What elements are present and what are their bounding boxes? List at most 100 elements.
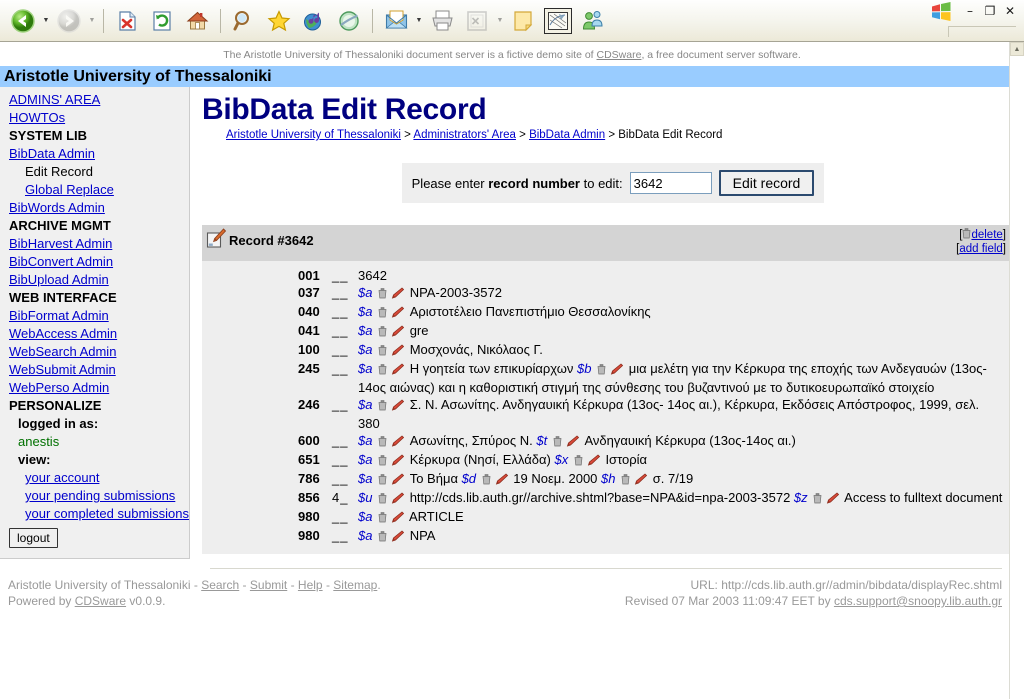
delete-subfield-icon[interactable]: [378, 362, 387, 379]
note-icon[interactable]: [506, 4, 540, 38]
sidebar-item-webperso-admin[interactable]: WebPerso Admin: [0, 379, 189, 397]
edit-subfield-icon[interactable]: [391, 510, 405, 527]
edit-dropdown[interactable]: ▼: [495, 4, 505, 38]
delete-subfield-icon[interactable]: [378, 491, 387, 508]
forward-button[interactable]: [52, 4, 86, 38]
messenger-people-icon[interactable]: [576, 4, 610, 38]
edit-subfield-icon[interactable]: [391, 453, 405, 470]
delete-subfield-icon[interactable]: [378, 529, 387, 546]
edit-subfield-icon[interactable]: [391, 305, 405, 322]
sidebar-item-admins-area[interactable]: ADMINS' AREA: [0, 91, 189, 109]
edit-record-button[interactable]: Edit record: [718, 170, 815, 196]
edit-page-icon[interactable]: [460, 4, 494, 38]
notice-cdsware-link[interactable]: CDSware: [597, 49, 642, 61]
edit-subfield-icon[interactable]: [391, 398, 405, 415]
sidebar-item-webaccess-admin[interactable]: WebAccess Admin: [0, 325, 189, 343]
toolbar-divider-2: [220, 8, 221, 33]
edit-subfield-icon[interactable]: [391, 434, 405, 451]
sidebar-item-bibharvest-admin[interactable]: BibHarvest Admin: [0, 235, 189, 253]
edit-subfield-icon[interactable]: [391, 529, 405, 546]
minimize-button[interactable]: –: [960, 3, 980, 19]
delete-subfield-icon[interactable]: [378, 453, 387, 470]
vertical-scrollbar[interactable]: ▲: [1009, 42, 1024, 699]
edit-subfield-icon[interactable]: [566, 434, 579, 451]
delete-subfield-icon[interactable]: [378, 434, 387, 451]
scroll-up-arrow-icon[interactable]: ▲: [1010, 42, 1024, 56]
footer-link-search[interactable]: Search: [201, 578, 239, 592]
mail-icon[interactable]: [379, 4, 413, 38]
footer-link-separator: -: [287, 578, 298, 592]
edit-subfield-icon[interactable]: [826, 491, 840, 508]
footer-cdsware-link[interactable]: CDSware: [75, 594, 126, 608]
delete-subfield-icon[interactable]: [378, 510, 387, 527]
footer-support-email-link[interactable]: cds.support@snoopy.lib.auth.gr: [834, 594, 1002, 608]
delete-subfield-icon[interactable]: [378, 472, 387, 489]
record-header: Record #3642 [delete] [add field]: [202, 225, 1012, 261]
breadcrumb-item-1[interactable]: Administrators' Area: [413, 129, 516, 141]
sidebar-item-websubmit-admin[interactable]: WebSubmit Admin: [0, 361, 189, 379]
add-field-link[interactable]: add field: [959, 243, 1002, 255]
footer-link-help[interactable]: Help: [298, 578, 323, 592]
marc-subfield-code: $t: [536, 433, 551, 448]
forward-dropdown[interactable]: ▼: [87, 4, 97, 38]
edit-subfield-icon[interactable]: [391, 324, 405, 341]
edit-subfield-icon[interactable]: [391, 362, 405, 379]
add-field-action-row: [add field]: [956, 242, 1006, 256]
sidebar-item-bibconvert-admin[interactable]: BibConvert Admin: [0, 253, 189, 271]
breadcrumb-item-0[interactable]: Aristotle University of Thessaloniki: [226, 129, 401, 141]
delete-subfield-icon[interactable]: [813, 491, 822, 508]
history-icon[interactable]: [332, 4, 366, 38]
sidebar-item-completed-submissions[interactable]: your completed submissions: [0, 505, 189, 523]
delete-subfield-icon[interactable]: [597, 362, 606, 379]
sidebar-item-websearch-admin[interactable]: WebSearch Admin: [0, 343, 189, 361]
sidebar-item-pending-submissions[interactable]: your pending submissions: [0, 487, 189, 505]
refresh-button[interactable]: [145, 4, 179, 38]
delete-subfield-icon[interactable]: [378, 343, 387, 360]
edit-subfield-icon[interactable]: [587, 453, 600, 470]
delete-subfield-icon[interactable]: [378, 324, 387, 341]
home-button[interactable]: [180, 4, 214, 38]
edit-subfield-icon[interactable]: [495, 472, 508, 489]
globe-note-icon[interactable]: [297, 4, 331, 38]
edit-subfield-icon[interactable]: [391, 343, 405, 360]
sidebar-item-bibdata-admin[interactable]: BibData Admin: [0, 145, 189, 163]
marc-field-tag: 856: [298, 490, 320, 505]
sidebar-item-bibformat-admin[interactable]: BibFormat Admin: [0, 307, 189, 325]
marc-field-indicators: __: [332, 268, 349, 283]
edit-subfield-icon[interactable]: [391, 286, 405, 303]
star-icon[interactable]: [262, 4, 296, 38]
printer-icon[interactable]: [425, 4, 459, 38]
delete-subfield-icon[interactable]: [574, 453, 583, 470]
sidebar-item-bibwords-admin[interactable]: BibWords Admin: [0, 199, 189, 217]
delete-subfield-icon[interactable]: [378, 305, 387, 322]
breadcrumb-item-2[interactable]: BibData Admin: [529, 129, 605, 141]
restore-button[interactable]: ❐: [980, 3, 1000, 19]
close-button[interactable]: ✕: [1000, 3, 1020, 19]
edit-subfield-icon[interactable]: [634, 472, 648, 489]
logout-button[interactable]: logout: [9, 528, 58, 548]
edit-subfield-icon[interactable]: [391, 472, 405, 489]
sidebar-item-your-account[interactable]: your account: [0, 469, 189, 487]
back-dropdown[interactable]: ▼: [41, 4, 51, 38]
delete-subfield-icon[interactable]: [553, 434, 562, 451]
stop-button[interactable]: [110, 4, 144, 38]
record-number-input[interactable]: [629, 172, 712, 194]
windows-logo-icon: [930, 2, 952, 25]
delete-record-link[interactable]: delete: [971, 229, 1002, 241]
footer-link-submit[interactable]: Submit: [250, 578, 287, 592]
sidebar-item-howtos[interactable]: HOWTOs: [0, 109, 189, 127]
delete-subfield-icon[interactable]: [621, 472, 630, 489]
delete-subfield-icon[interactable]: [378, 398, 387, 415]
back-button[interactable]: [6, 4, 40, 38]
marc-field-content: $a Η γοητεία των επικυρίαρχων $b μια μελ…: [358, 360, 1004, 396]
edit-subfield-icon[interactable]: [391, 491, 405, 508]
discuss-icon[interactable]: [541, 4, 575, 38]
delete-subfield-icon[interactable]: [482, 472, 491, 489]
footer-link-sitemap[interactable]: Sitemap: [333, 578, 377, 592]
edit-subfield-icon[interactable]: [610, 362, 624, 379]
sidebar-item-bibupload-admin[interactable]: BibUpload Admin: [0, 271, 189, 289]
search-icon[interactable]: [227, 4, 261, 38]
mail-dropdown[interactable]: ▼: [414, 4, 424, 38]
sidebar-item-global-replace[interactable]: Global Replace: [0, 181, 189, 199]
delete-subfield-icon[interactable]: [378, 286, 387, 303]
